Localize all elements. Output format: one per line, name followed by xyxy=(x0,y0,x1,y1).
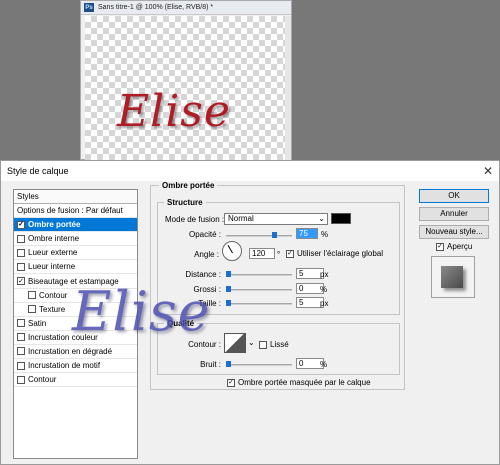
style-label: Incrustation en dégradé xyxy=(28,346,113,356)
blend-mode-select[interactable]: Normal ⌄ xyxy=(224,213,328,225)
styles-list-item[interactable]: Lueur externe xyxy=(14,246,137,261)
styles-header[interactable]: Styles xyxy=(14,190,137,204)
document-canvas[interactable]: Elise xyxy=(85,16,285,161)
size-slider[interactable] xyxy=(226,303,292,305)
contour-picker[interactable] xyxy=(224,333,246,353)
distance-unit: px xyxy=(320,270,329,279)
document-titlebar[interactable]: Ps Sans titre-1 @ 100% (Elise, RVB/8) * xyxy=(81,1,291,15)
style-label: Options de fusion : Par défaut xyxy=(17,206,123,216)
style-checkbox[interactable] xyxy=(17,361,25,370)
angle-dial[interactable] xyxy=(222,241,242,261)
distance-slider-thumb[interactable] xyxy=(226,271,231,277)
styles-list-item[interactable]: Ombre portée xyxy=(14,218,137,233)
smooth-checkbox-row[interactable]: Lissé xyxy=(259,340,289,349)
dialog-titlebar: Style de calque ✕ xyxy=(1,161,499,181)
style-label: Contour xyxy=(39,290,68,300)
styles-list-item[interactable]: Ombre interne xyxy=(14,232,137,247)
angle-label: Angle : xyxy=(194,250,219,259)
cancel-button[interactable]: Annuler xyxy=(419,207,489,221)
close-icon[interactable]: ✕ xyxy=(483,164,493,178)
style-checkbox[interactable] xyxy=(17,262,25,271)
preview-checkbox[interactable] xyxy=(436,242,444,251)
ok-button[interactable]: OK xyxy=(419,189,489,203)
global-light-checkbox-row[interactable]: Utiliser l'éclairage global xyxy=(286,249,383,258)
document-title: Sans titre-1 @ 100% (Elise, RVB/8) * xyxy=(98,4,214,11)
spread-slider[interactable] xyxy=(226,289,292,291)
size-slider-thumb[interactable] xyxy=(226,300,231,306)
knockout-checkbox[interactable] xyxy=(227,378,235,387)
distance-label: Distance : xyxy=(185,270,221,279)
style-checkbox[interactable] xyxy=(17,375,25,384)
style-label: Lueur externe xyxy=(28,248,78,258)
styles-list-item[interactable]: Lueur interne xyxy=(14,260,137,275)
style-checkbox[interactable] xyxy=(17,347,25,356)
style-label: Satin xyxy=(28,318,47,328)
style-label: Ombre interne xyxy=(28,234,80,244)
distance-slider[interactable] xyxy=(226,274,292,276)
dialog-title: Style de calque xyxy=(7,166,69,176)
elise-watermark: Elise xyxy=(72,280,211,343)
style-label: Contour xyxy=(28,375,57,385)
opacity-label: Opacité : xyxy=(188,230,221,239)
global-light-checkbox[interactable] xyxy=(286,249,294,258)
preview-checkbox-row[interactable]: Aperçu xyxy=(436,242,472,251)
structure-group-title: Structure xyxy=(164,198,206,207)
knockout-label: Ombre portée masquée par le calque xyxy=(238,378,371,387)
preview-label: Aperçu xyxy=(447,242,473,251)
style-checkbox[interactable] xyxy=(28,305,36,314)
noise-unit: % xyxy=(320,360,328,369)
styles-list-item[interactable]: Contour xyxy=(14,373,137,388)
chevron-down-icon[interactable]: ⌄ xyxy=(248,338,255,347)
noise-slider-thumb[interactable] xyxy=(226,361,231,367)
global-light-label: Utiliser l'éclairage global xyxy=(297,249,384,258)
style-label: Incrustation de motif xyxy=(28,361,101,371)
styles-list-item[interactable]: Options de fusion : Par défaut xyxy=(14,204,137,219)
spread-unit: % xyxy=(320,285,328,294)
document-scrollbar[interactable] xyxy=(285,16,291,161)
spread-slider-thumb[interactable] xyxy=(226,286,231,292)
style-label: Texture xyxy=(39,304,66,314)
canvas-text-elise: Elise xyxy=(117,86,231,137)
angle-input[interactable]: 120 xyxy=(249,248,275,259)
size-unit: px xyxy=(320,299,329,308)
style-checkbox[interactable] xyxy=(17,277,25,286)
shadow-color-swatch[interactable] xyxy=(331,213,351,224)
blend-mode-label: Mode de fusion : xyxy=(165,215,225,224)
style-checkbox[interactable] xyxy=(17,220,25,229)
smooth-label: Lissé xyxy=(270,340,289,349)
new-style-button[interactable]: Nouveau style... xyxy=(419,225,489,239)
smooth-checkbox[interactable] xyxy=(259,340,267,349)
style-checkbox[interactable] xyxy=(17,319,25,328)
styles-list-item[interactable]: Incrustation de motif xyxy=(14,359,137,374)
style-label: Ombre portée xyxy=(28,220,81,230)
document-window: Ps Sans titre-1 @ 100% (Elise, RVB/8) * … xyxy=(80,0,292,161)
style-checkbox[interactable] xyxy=(17,333,25,342)
knockout-checkbox-row[interactable]: Ombre portée masquée par le calque xyxy=(227,378,371,387)
noise-slider[interactable] xyxy=(226,364,292,366)
chevron-down-icon: ⌄ xyxy=(318,214,325,223)
opacity-input[interactable]: 75 xyxy=(296,228,318,239)
preview-swatch xyxy=(441,266,463,288)
opacity-unit: % xyxy=(321,230,329,239)
style-checkbox[interactable] xyxy=(28,291,36,300)
blend-mode-value: Normal xyxy=(228,214,254,223)
angle-dial-needle xyxy=(227,244,233,254)
style-checkbox[interactable] xyxy=(17,248,25,257)
style-label: Lueur interne xyxy=(28,262,76,272)
photoshop-icon: Ps xyxy=(84,3,94,12)
drop-shadow-group-title: Ombre portée xyxy=(159,181,218,190)
style-preview xyxy=(431,256,475,298)
opacity-slider-thumb[interactable] xyxy=(272,232,277,238)
style-checkbox[interactable] xyxy=(17,234,25,243)
opacity-slider[interactable] xyxy=(226,235,292,237)
noise-label: Bruit : xyxy=(200,360,221,369)
degree-symbol: ° xyxy=(277,250,281,259)
styles-list-item[interactable]: Incrustation en dégradé xyxy=(14,345,137,360)
